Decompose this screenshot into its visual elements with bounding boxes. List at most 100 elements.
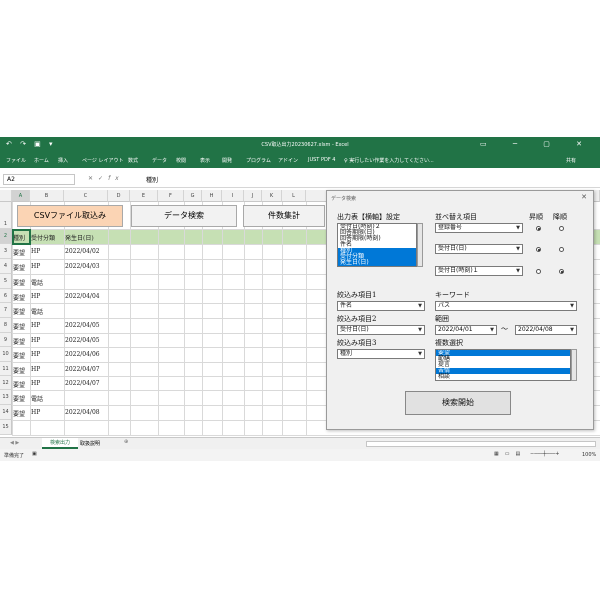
- table-cell[interactable]: 要望: [13, 351, 25, 360]
- multi-select-scrollbar[interactable]: [571, 349, 577, 381]
- ribbon-tab[interactable]: 校閲: [176, 157, 186, 164]
- column-header-i[interactable]: I: [222, 190, 244, 202]
- row-header-13[interactable]: 13: [0, 390, 12, 405]
- filter1-combo[interactable]: 件名 ▼: [337, 301, 425, 311]
- search-start-button[interactable]: 検索開始: [405, 391, 511, 415]
- row-header-12[interactable]: 12: [0, 376, 12, 390]
- tab-search-output[interactable]: 検索出力: [42, 438, 78, 449]
- horizontal-scrollbar[interactable]: [366, 441, 596, 447]
- sort-field-2[interactable]: 受付日(日) ▼: [435, 244, 523, 254]
- table-cell[interactable]: 電話: [31, 278, 43, 287]
- dropdown-arrow-icon[interactable]: ▼: [568, 326, 576, 334]
- table-cell[interactable]: 要望: [13, 337, 25, 346]
- sort-field-1[interactable]: 登録番号 ▼: [435, 223, 523, 233]
- ribbon-tab[interactable]: 挿入: [58, 157, 68, 164]
- sort2-asc-radio[interactable]: [536, 247, 541, 252]
- ribbon-tab[interactable]: ファイル: [6, 157, 26, 164]
- table-cell[interactable]: 2022/04/02: [65, 248, 100, 255]
- formula-fx-icon[interactable]: ✕✓fx: [88, 175, 124, 182]
- sort1-desc-radio[interactable]: [559, 226, 564, 231]
- column-header-l[interactable]: L: [282, 190, 306, 202]
- sort3-desc-radio[interactable]: [559, 269, 564, 274]
- ribbon-tab[interactable]: アドイン: [278, 157, 298, 164]
- multi-select-item[interactable]: 相談: [436, 374, 570, 380]
- table-cell[interactable]: HP: [31, 322, 40, 329]
- table-cell[interactable]: 要望: [13, 366, 25, 375]
- dropdown-arrow-icon[interactable]: ▼: [514, 267, 522, 275]
- zoom-slider[interactable]: −───┼───+: [530, 451, 559, 457]
- count-sum-button[interactable]: 件数集計: [243, 205, 325, 227]
- keyword-combo[interactable]: パス ▼: [435, 301, 577, 311]
- macro-record-icon[interactable]: ▣: [32, 451, 37, 457]
- table-cell[interactable]: 2022/04/05: [65, 337, 100, 344]
- table-cell[interactable]: 2022/04/05: [65, 322, 100, 329]
- dropdown-arrow-icon[interactable]: ▼: [514, 224, 522, 232]
- table-cell[interactable]: 2022/04/08: [65, 409, 100, 416]
- table-cell[interactable]: 2022/04/07: [65, 366, 100, 373]
- dropdown-arrow-icon[interactable]: ▼: [568, 302, 576, 310]
- dropdown-arrow-icon[interactable]: ▼: [416, 302, 424, 310]
- ribbon-tab[interactable]: ホーム: [34, 157, 49, 164]
- tell-me-box[interactable]: ♀ 実行したい作業を入力してください...: [344, 157, 434, 164]
- table-header-cell[interactable]: 受付分類: [31, 233, 55, 242]
- ribbon-tab[interactable]: プログラム: [246, 157, 271, 164]
- ribbon-tab[interactable]: データ: [152, 157, 167, 164]
- name-box[interactable]: A2: [3, 174, 75, 185]
- table-cell[interactable]: HP: [31, 337, 40, 344]
- sort3-asc-radio[interactable]: [536, 269, 541, 274]
- filter3-combo[interactable]: 種別 ▼: [337, 349, 425, 359]
- table-cell[interactable]: HP: [31, 380, 40, 387]
- sort2-desc-radio[interactable]: [559, 247, 564, 252]
- filter2-combo[interactable]: 受付日(日) ▼: [337, 325, 425, 335]
- table-cell[interactable]: 要望: [13, 293, 25, 302]
- add-sheet-icon[interactable]: ⊕: [124, 439, 128, 445]
- close-icon[interactable]: ✕: [581, 193, 587, 201]
- column-header-k[interactable]: K: [262, 190, 282, 202]
- table-cell[interactable]: HP: [31, 293, 40, 300]
- table-cell[interactable]: HP: [31, 409, 40, 416]
- range-from-combo[interactable]: 2022/04/01 ▼: [435, 325, 497, 335]
- data-search-button[interactable]: データ検索: [131, 205, 237, 227]
- table-cell[interactable]: HP: [31, 351, 40, 358]
- table-header-cell[interactable]: 発生日(日): [65, 233, 94, 242]
- ribbon-tab[interactable]: JUST PDF 4: [308, 157, 335, 163]
- row-header-10[interactable]: 10: [0, 347, 12, 362]
- table-cell[interactable]: 要望: [13, 278, 25, 287]
- column-header-f[interactable]: F: [158, 190, 184, 202]
- row-header-1[interactable]: 1: [0, 202, 12, 229]
- table-cell[interactable]: 要望: [13, 394, 25, 403]
- table-cell[interactable]: 2022/04/06: [65, 351, 100, 358]
- tab-scroll-arrows-icon[interactable]: ◀ ▶: [10, 440, 19, 446]
- active-cell[interactable]: [12, 229, 31, 245]
- sort1-asc-radio[interactable]: [536, 226, 541, 231]
- row-header-6[interactable]: 6: [0, 289, 12, 303]
- row-header-8[interactable]: 8: [0, 318, 12, 333]
- row-header-11[interactable]: 11: [0, 362, 12, 376]
- formula-value[interactable]: 種別: [146, 175, 158, 184]
- column-header-g[interactable]: G: [184, 190, 202, 202]
- output-scrollbar[interactable]: [417, 223, 423, 267]
- column-header-a[interactable]: A: [12, 190, 30, 202]
- output-list-item[interactable]: 発生日(日): [338, 260, 416, 266]
- quick-access-toolbar[interactable]: ↶ ↷ ▣ ▾: [6, 140, 56, 148]
- dropdown-arrow-icon[interactable]: ▼: [416, 350, 424, 358]
- row-header-15[interactable]: 15: [0, 420, 12, 435]
- ribbon-tab[interactable]: ページ レイアウト: [82, 157, 124, 164]
- row-header-2[interactable]: 2: [0, 229, 12, 244]
- table-cell[interactable]: 2022/04/07: [65, 380, 100, 387]
- csv-import-button[interactable]: CSVファイル取込み: [17, 205, 123, 227]
- table-cell[interactable]: 要望: [13, 409, 25, 418]
- table-cell[interactable]: HP: [31, 263, 40, 270]
- table-cell[interactable]: HP: [31, 366, 40, 373]
- table-cell[interactable]: 2022/04/03: [65, 263, 100, 270]
- dropdown-arrow-icon[interactable]: ▼: [488, 326, 496, 334]
- table-cell[interactable]: 要望: [13, 263, 25, 272]
- select-all-corner[interactable]: [0, 190, 12, 202]
- zoom-level[interactable]: 100%: [582, 452, 596, 458]
- dropdown-arrow-icon[interactable]: ▼: [416, 326, 424, 334]
- row-header-14[interactable]: 14: [0, 405, 12, 420]
- ribbon-tab[interactable]: 開発: [222, 157, 232, 164]
- multi-select-listbox[interactable]: 要望 節繕 提言 苦情 相談: [435, 349, 571, 381]
- column-header-c[interactable]: C: [64, 190, 108, 202]
- window-controls[interactable]: ▭ ─ ▢ ✕: [480, 140, 594, 148]
